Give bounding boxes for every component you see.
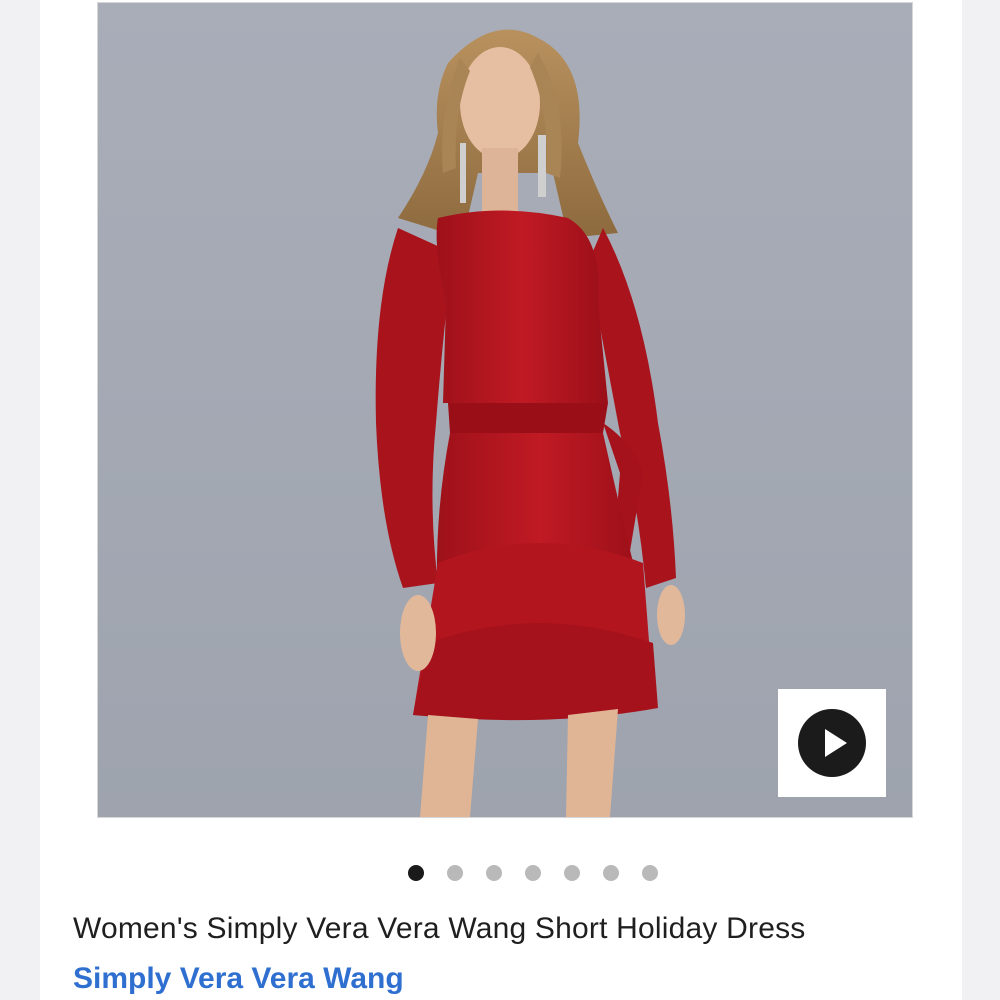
video-play-button[interactable]: [778, 689, 886, 797]
carousel-dot[interactable]: [525, 865, 541, 881]
carousel-dot[interactable]: [564, 865, 580, 881]
product-title: Women's Simply Vera Vera Wang Short Holi…: [73, 912, 806, 945]
play-triangle-glyph: [825, 729, 847, 757]
play-icon: [798, 709, 866, 777]
product-image[interactable]: [97, 2, 913, 818]
product-card: Women's Simply Vera Vera Wang Short Holi…: [40, 0, 962, 1000]
carousel-dot[interactable]: [447, 865, 463, 881]
brand-link[interactable]: Simply Vera Vera Wang: [73, 962, 404, 996]
carousel-indicator: [40, 862, 962, 882]
carousel-dot[interactable]: [486, 865, 502, 881]
carousel-dot[interactable]: [642, 865, 658, 881]
carousel-dot[interactable]: [408, 865, 424, 881]
carousel-dot[interactable]: [603, 865, 619, 881]
